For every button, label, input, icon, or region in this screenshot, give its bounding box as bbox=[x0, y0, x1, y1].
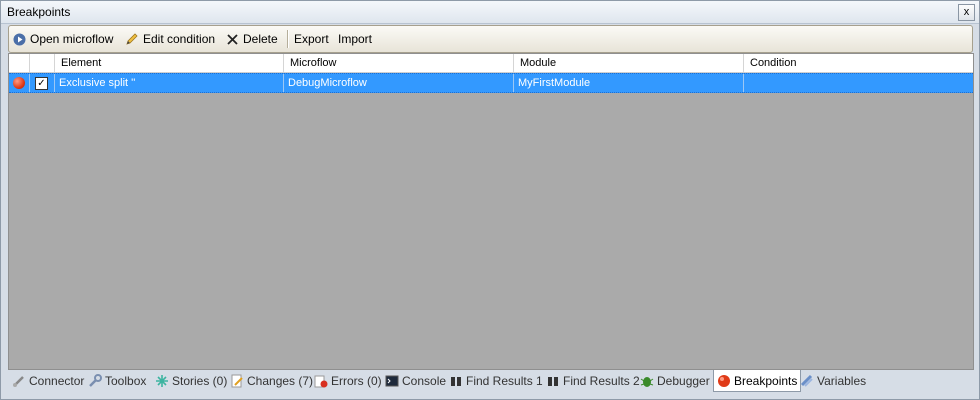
console-icon bbox=[385, 375, 399, 387]
stories-icon bbox=[156, 375, 168, 387]
header-element[interactable]: Element bbox=[55, 54, 284, 72]
import-label: Import bbox=[338, 32, 373, 46]
connector-icon bbox=[13, 376, 24, 387]
tab-find-results-2-label: Find Results 2 bbox=[563, 374, 640, 388]
toolbar-separator bbox=[287, 30, 289, 48]
microflow-cell: DebugMicroflow bbox=[284, 74, 514, 92]
breakpoint-icon bbox=[718, 374, 730, 387]
errors-icon bbox=[314, 375, 328, 388]
edit-condition-button[interactable]: Edit condition bbox=[125, 30, 215, 48]
delete-label: Delete bbox=[243, 32, 278, 46]
tab-stories-label: Stories (0) bbox=[172, 374, 228, 388]
tab-debugger[interactable]: Debugger bbox=[640, 371, 710, 391]
tab-toolbox[interactable]: Toolbox bbox=[88, 371, 146, 391]
tab-console-label: Console bbox=[402, 374, 447, 388]
bug-icon bbox=[640, 377, 654, 387]
close-icon: x bbox=[963, 6, 970, 18]
tab-errors[interactable]: Errors (0) bbox=[314, 371, 382, 391]
delete-button[interactable]: Delete bbox=[226, 30, 278, 48]
header-enabled bbox=[30, 54, 55, 72]
breakpoint-status-cell bbox=[9, 74, 30, 92]
toolbar: Open microflow Edit condition Delete Exp… bbox=[8, 25, 973, 53]
header-microflow[interactable]: Microflow bbox=[284, 54, 514, 72]
bottom-tab-bar: Connector Toolbox Stories (0) Changes (7… bbox=[8, 370, 972, 392]
table-row[interactable]: ✓ Exclusive split '' DebugMicroflow MyFi… bbox=[9, 73, 973, 93]
tab-find-results-1-label: Find Results 1 bbox=[466, 374, 543, 388]
variables-icon bbox=[800, 374, 813, 387]
module-cell: MyFirstModule bbox=[514, 74, 744, 92]
edit-condition-label: Edit condition bbox=[143, 32, 216, 46]
open-microflow-button[interactable]: Open microflow bbox=[13, 30, 113, 48]
wrench-icon bbox=[89, 374, 102, 387]
header-module[interactable]: Module bbox=[514, 54, 744, 72]
breakpoints-window: Breakpoints x Open microflow Edit condit… bbox=[0, 0, 980, 400]
import-button[interactable]: Import bbox=[338, 30, 372, 48]
breakpoint-icon bbox=[13, 77, 25, 89]
binoculars-icon bbox=[451, 377, 461, 386]
tab-variables-label: Variables bbox=[817, 374, 867, 388]
pencil-icon bbox=[126, 33, 138, 45]
tab-changes-label: Changes (7) bbox=[247, 374, 314, 388]
delete-x-icon bbox=[227, 33, 238, 45]
header-condition[interactable]: Condition bbox=[744, 54, 973, 72]
tab-connector[interactable]: Connector bbox=[12, 371, 84, 391]
tab-errors-label: Errors (0) bbox=[331, 374, 382, 388]
condition-cell bbox=[744, 74, 973, 92]
tab-connector-label: Connector bbox=[29, 374, 85, 388]
element-cell: Exclusive split '' bbox=[55, 74, 284, 92]
close-button[interactable]: x bbox=[958, 4, 975, 21]
tab-find-results-1[interactable]: Find Results 1 bbox=[449, 371, 543, 391]
tab-variables[interactable]: Variables bbox=[800, 371, 866, 391]
export-button[interactable]: Export bbox=[294, 30, 329, 48]
tab-console[interactable]: Console bbox=[385, 371, 446, 391]
tab-breakpoints-label: Breakpoints bbox=[734, 373, 798, 388]
tab-debugger-label: Debugger bbox=[657, 374, 710, 388]
changes-icon bbox=[231, 374, 243, 388]
window-title: Breakpoints bbox=[7, 5, 71, 19]
tab-find-results-2[interactable]: Find Results 2 bbox=[546, 371, 640, 391]
tab-stories[interactable]: Stories (0) bbox=[155, 371, 227, 391]
title-bar: Breakpoints x bbox=[1, 1, 979, 24]
header-status bbox=[9, 54, 30, 72]
tab-changes[interactable]: Changes (7) bbox=[230, 371, 313, 391]
play-circle-icon bbox=[13, 33, 26, 45]
grid-header: Element Microflow Module Condition bbox=[9, 54, 973, 73]
enabled-checkbox[interactable]: ✓ bbox=[35, 77, 48, 90]
open-microflow-label: Open microflow bbox=[30, 32, 114, 46]
breakpoints-grid: Element Microflow Module Condition ✓ Exc… bbox=[8, 53, 974, 370]
enabled-cell: ✓ bbox=[30, 74, 55, 92]
tab-breakpoints[interactable]: Breakpoints bbox=[713, 370, 802, 392]
tab-toolbox-label: Toolbox bbox=[105, 374, 147, 388]
binoculars-icon bbox=[548, 377, 558, 386]
export-label: Export bbox=[294, 32, 329, 46]
